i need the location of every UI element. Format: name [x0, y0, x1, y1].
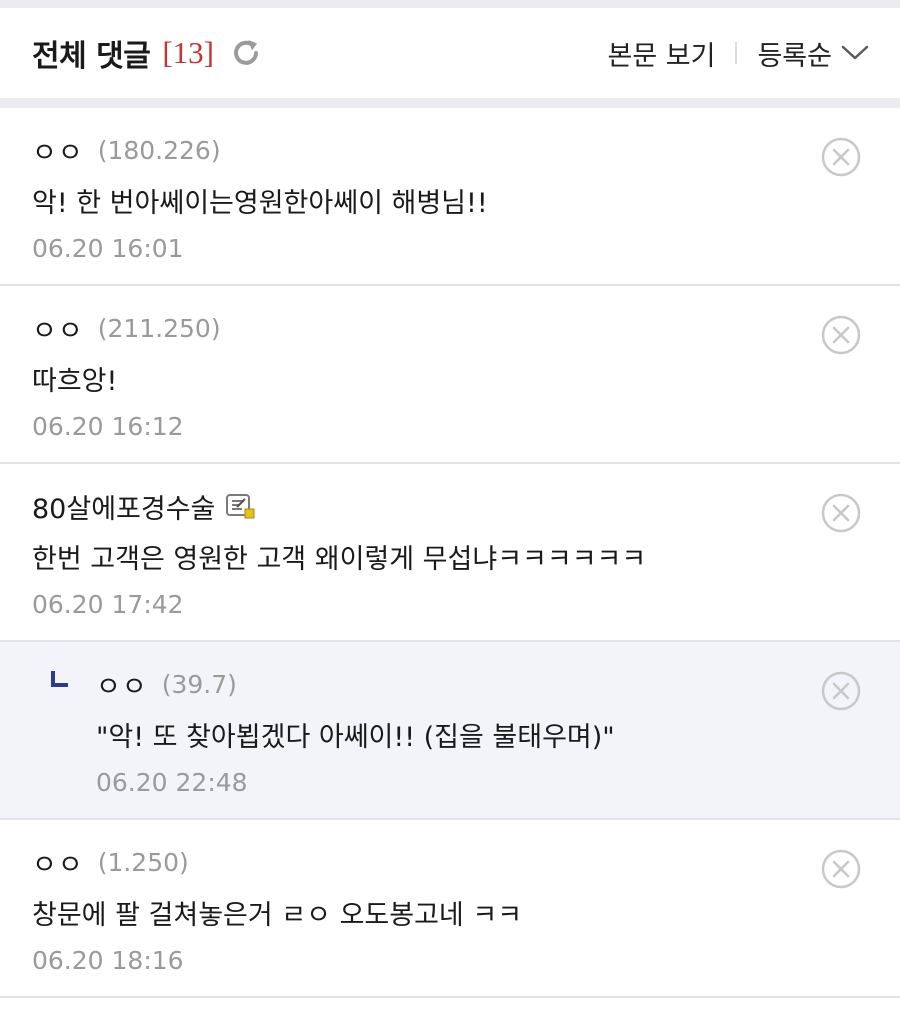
comment-header-right: 본문 보기 등록순 — [608, 34, 870, 73]
delete-icon[interactable] — [820, 136, 862, 178]
comment-ip: (180.226) — [97, 135, 221, 165]
comment-count: [13] — [162, 35, 215, 70]
comment-nickname[interactable]: ㅇㅇ — [32, 309, 84, 348]
comment-list: ㅇㅇ (180.226) 악! 한 번아쎄이는영원한아쎄이 해병님!! 06.2… — [0, 108, 900, 998]
comment-text: "악! 또 찾아뵙겠다 아쎄이!! (집을 불태우며)" — [96, 722, 615, 753]
comment-nickname[interactable]: 80살에포경수술 — [32, 487, 215, 526]
comment-item: 80살에포경수술 한번 고객은 영원한 고객 왜이렇게 무섭냐ㅋㅋㅋㅋㅋㅋ 06… — [0, 464, 900, 642]
comment-date: 06.20 22:48 — [96, 768, 248, 797]
comment-nickname[interactable]: ㅇㅇ — [32, 843, 84, 882]
header-separator — [0, 98, 900, 108]
reply-arrow-icon — [50, 670, 70, 688]
delete-icon[interactable] — [820, 848, 862, 890]
comment-text: 한번 고객은 영원한 고객 왜이렇게 무섭냐ㅋㅋㅋㅋㅋㅋ — [32, 544, 647, 575]
comment-meta: ㅇㅇ (180.226) — [32, 130, 900, 170]
sort-label: 등록순 — [757, 40, 832, 72]
comment-meta: ㅇㅇ (39.7) — [96, 664, 900, 704]
comment-title: 전체 댓글 — [32, 39, 151, 74]
comment-ip: (211.250) — [97, 313, 221, 343]
comment-text: 악! 한 번아쎄이는영원한아쎄이 해병님!! — [32, 188, 488, 219]
comment-nickname[interactable]: ㅇㅇ — [32, 131, 84, 170]
comment-item: ㅇㅇ (211.250) 따흐앙! 06.20 16:12 — [0, 286, 900, 464]
delete-icon[interactable] — [820, 492, 862, 534]
comment-item: ㅇㅇ (180.226) 악! 한 번아쎄이는영원한아쎄이 해병님!! 06.2… — [0, 108, 900, 286]
delete-icon[interactable] — [820, 314, 862, 356]
comment-date: 06.20 17:42 — [32, 590, 184, 619]
sort-select[interactable]: 등록순 — [757, 34, 870, 73]
comment-meta: ㅇㅇ (1.250) — [32, 842, 900, 882]
comment-text: 따흐앙! — [32, 366, 118, 397]
chevron-down-icon — [840, 43, 870, 63]
comment-date: 06.20 16:12 — [32, 412, 184, 441]
comment-header-left: 전체 댓글 [13] — [32, 31, 264, 75]
comment-meta: 80살에포경수술 — [32, 486, 900, 526]
comment-item: ㅇㅇ (1.250) 창문에 팔 걸쳐놓은거 ㄹㅇ 오도봉고네 ㅋㅋ 06.20… — [0, 820, 900, 998]
comment-date: 06.20 16:01 — [32, 234, 184, 263]
comment-meta: ㅇㅇ (211.250) — [32, 308, 900, 348]
fixed-member-icon — [225, 491, 257, 521]
view-body-link[interactable]: 본문 보기 — [608, 34, 716, 73]
comment-date: 06.20 18:16 — [32, 946, 184, 975]
comment-ip: (1.250) — [97, 847, 189, 877]
reply-item: ㅇㅇ (39.7) "악! 또 찾아뵙겠다 아쎄이!! (집을 불태우며)" 0… — [0, 642, 900, 820]
delete-icon[interactable] — [820, 670, 862, 712]
header-divider — [735, 42, 738, 64]
comment-ip: (39.7) — [161, 669, 237, 699]
top-strip — [0, 0, 900, 8]
refresh-icon[interactable] — [228, 35, 264, 71]
comment-text: 창문에 팔 걸쳐놓은거 ㄹㅇ 오도봉고네 ㅋㅋ — [32, 900, 523, 931]
comment-nickname[interactable]: ㅇㅇ — [96, 665, 148, 704]
comment-header: 전체 댓글 [13] 본문 보기 등록순 — [0, 8, 900, 98]
